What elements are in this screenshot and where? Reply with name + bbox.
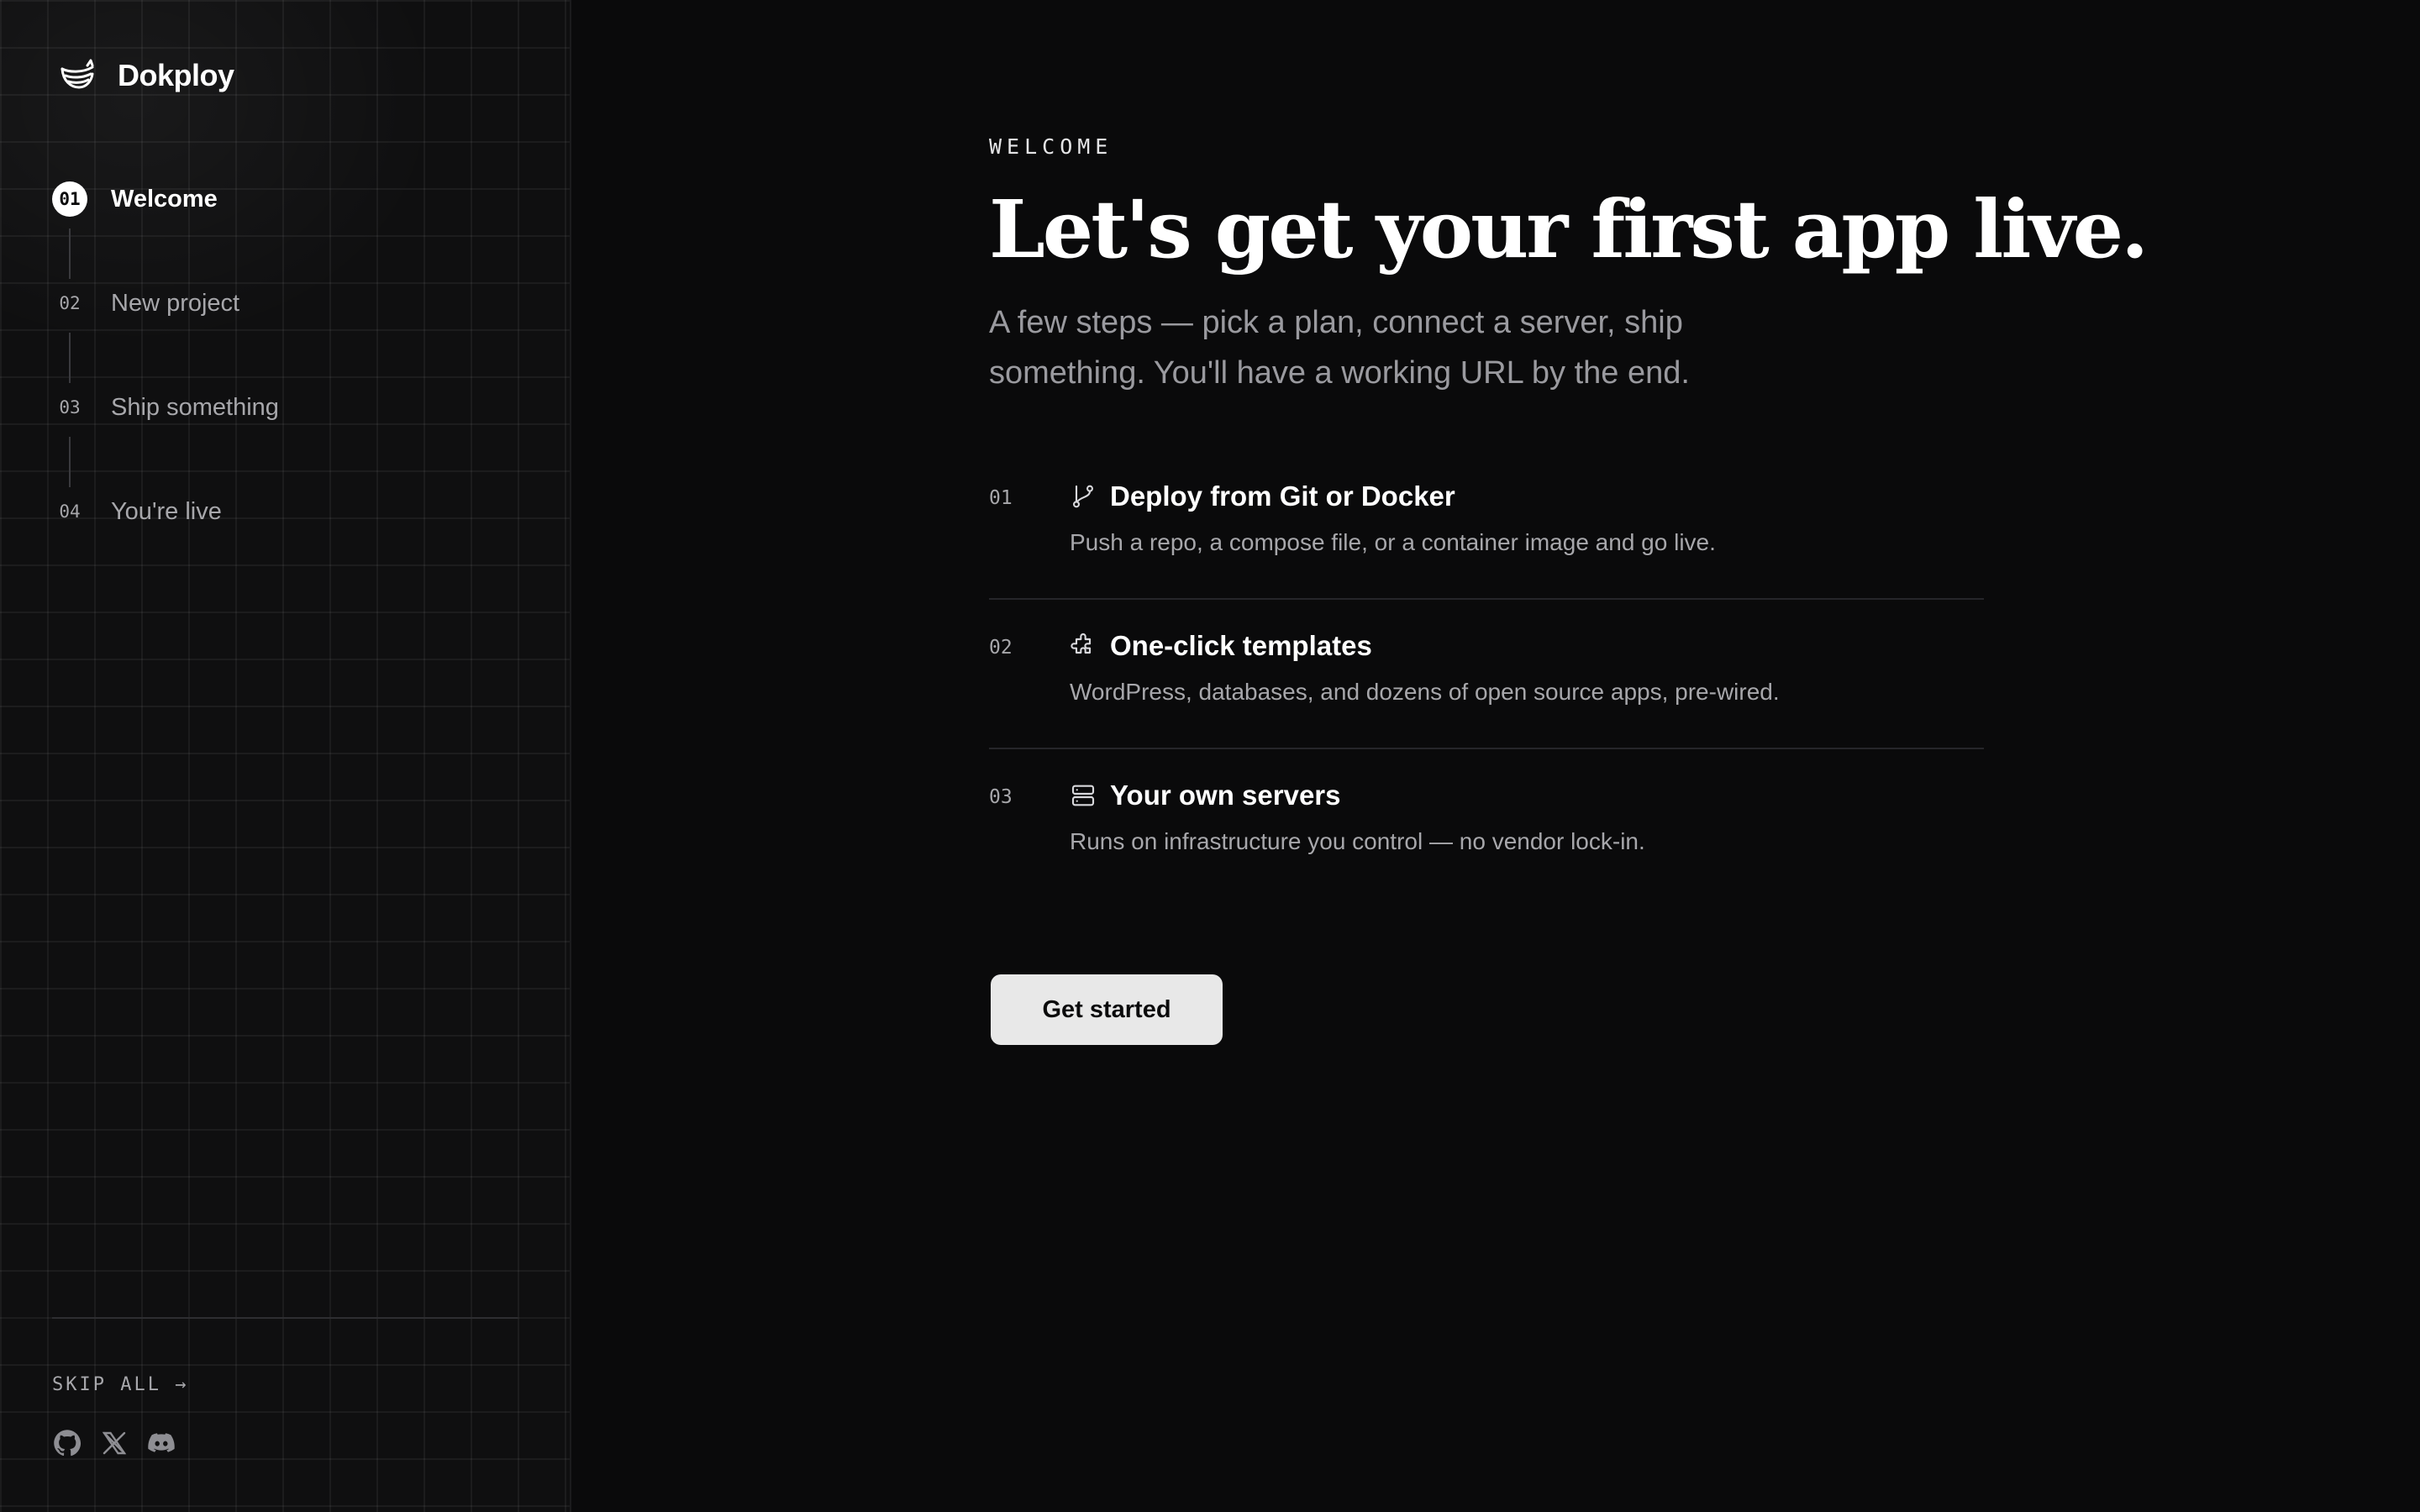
feature-description: Runs on infrastructure you control — no … <box>1070 828 1645 854</box>
x-icon[interactable] <box>99 1428 129 1458</box>
feature-heading: One-click templates <box>1070 630 1372 662</box>
feature-heading: Deploy from Git or Docker <box>1070 480 1455 512</box>
feature-number: 01 <box>989 487 1013 509</box>
page-subtitle: A few steps — pick a plan, connect a ser… <box>989 305 1690 391</box>
feature-list: 01 Deploy from Git or Docker Push a repo… <box>989 449 1984 897</box>
step-connector <box>69 228 71 279</box>
step-number: 01 <box>52 181 87 217</box>
server-icon <box>1071 785 1095 806</box>
feature-title: Your own servers <box>1110 780 1341 811</box>
feature-heading: Your own servers <box>1070 780 1341 811</box>
feature-item: 01 Deploy from Git or Docker Push a repo… <box>989 449 1984 598</box>
step-label: New project <box>111 290 240 317</box>
puzzle-icon <box>1071 633 1092 654</box>
step-label: You're live <box>111 498 222 525</box>
feature-number: 02 <box>989 637 1013 659</box>
github-icon[interactable] <box>52 1428 82 1458</box>
brand-name: Dokploy <box>118 58 234 92</box>
feature-title: Deploy from Git or Docker <box>1110 480 1455 512</box>
feature-title: One-click templates <box>1110 630 1372 661</box>
feature-item: 02 One-click templates WordPress, databa… <box>989 598 1984 748</box>
feature-item: 03 Your own servers Runs on infrastructu… <box>989 748 1984 897</box>
step-number: 04 <box>59 501 81 522</box>
page-title: Let's get your first app live. <box>989 183 2149 276</box>
feature-description: Push a repo, a compose file, or a contai… <box>1070 529 1716 555</box>
git-branch-icon <box>1072 485 1094 508</box>
step-label: Ship something <box>111 394 279 421</box>
step-label: Welcome <box>111 186 218 213</box>
step-number: 03 <box>59 397 81 417</box>
get-started-button[interactable]: Get started <box>991 974 1223 1045</box>
onboarding-page: Dokploy 01 Welcome 02 New project 03 Shi… <box>0 0 2420 1512</box>
sidebar-divider <box>52 1317 518 1319</box>
sidebar: Dokploy 01 Welcome 02 New project 03 Shi… <box>0 0 571 1512</box>
step-connector <box>69 333 71 383</box>
dokploy-whale-icon <box>60 59 94 89</box>
feature-number: 03 <box>989 786 1013 808</box>
step-number: 02 <box>59 293 81 313</box>
brand[interactable]: Dokploy <box>57 55 234 96</box>
social-links <box>52 1428 176 1458</box>
skip-all-link[interactable]: SKIP ALL → <box>52 1374 188 1395</box>
feature-description: WordPress, databases, and dozens of open… <box>1070 679 1780 705</box>
step-connector <box>69 437 71 487</box>
discord-icon[interactable] <box>146 1428 176 1458</box>
section-eyebrow: WELCOME <box>989 134 1113 159</box>
